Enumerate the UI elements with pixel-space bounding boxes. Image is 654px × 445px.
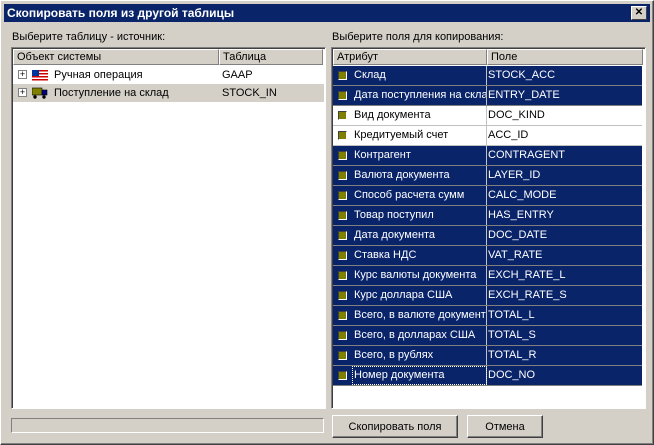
tree-row-stock-in[interactable]: + Поступление на склад STOCK_IN: [13, 84, 324, 102]
field-name: EXCH_RATE_S: [488, 289, 567, 301]
field-name: DOC_KIND: [488, 109, 545, 121]
checkbox-icon[interactable]: [338, 71, 347, 80]
fields-grid[interactable]: Атрибут Поле Склад STOCK_ACC Дата поступле…: [331, 47, 646, 409]
checkbox-icon[interactable]: [338, 291, 347, 300]
column-header-field[interactable]: Поле: [487, 49, 643, 65]
field-attribute: Способ расчета сумм: [352, 186, 487, 205]
field-name: VAT_RATE: [488, 249, 543, 261]
field-name: STOCK_ACC: [488, 69, 556, 81]
field-name: HAS_ENTRY: [488, 209, 554, 221]
field-attribute: Контрагент: [352, 146, 487, 165]
field-row[interactable]: Контрагент CONTRAGENT: [333, 146, 642, 166]
us-flag-icon: [32, 70, 48, 81]
checkbox-icon[interactable]: [338, 311, 347, 320]
cancel-button[interactable]: Отмена: [467, 415, 543, 438]
field-name: DOC_DATE: [488, 229, 548, 241]
field-row[interactable]: Дата поступления на склад ENTRY_DATE: [333, 86, 642, 106]
field-row[interactable]: Склад STOCK_ACC: [333, 66, 642, 86]
field-row[interactable]: Всего, в рублях TOTAL_R: [333, 346, 642, 366]
field-row[interactable]: Товар поступил HAS_ENTRY: [333, 206, 642, 226]
field-row[interactable]: Курс доллара США EXCH_RATE_S: [333, 286, 642, 306]
column-header-attribute[interactable]: Атрибут: [333, 49, 487, 65]
field-attribute: Всего, в рублях: [352, 346, 487, 365]
source-table-label: Выберите таблицу - источник:: [12, 31, 166, 43]
title-bar[interactable]: Скопировать поля из другой таблицы ✕: [4, 4, 650, 22]
field-name: ACC_ID: [488, 129, 529, 141]
checkbox-icon[interactable]: [338, 271, 347, 280]
field-name: CALC_MODE: [488, 189, 557, 201]
field-row[interactable]: Способ расчета сумм CALC_MODE: [333, 186, 642, 206]
close-button[interactable]: ✕: [631, 6, 647, 20]
field-attribute: Товар поступил: [352, 206, 487, 225]
checkbox-icon[interactable]: [338, 131, 347, 140]
field-attribute: Дата документа: [352, 226, 487, 245]
fields-label: Выберите поля для копирования:: [332, 31, 504, 43]
tree-row-manual-operation[interactable]: + Ручная операция GAAP: [13, 66, 324, 84]
copy-fields-button[interactable]: Скопировать поля: [332, 415, 458, 438]
field-name: ENTRY_DATE: [488, 89, 560, 101]
checkbox-icon[interactable]: [338, 211, 347, 220]
field-attribute: Всего, в валюте документа: [352, 306, 487, 325]
field-attribute: Ставка НДС: [352, 246, 487, 265]
field-row[interactable]: Всего, в валюте документа TOTAL_L: [333, 306, 642, 326]
field-name: LAYER_ID: [488, 169, 541, 181]
tree-row-table: GAAP: [222, 69, 253, 81]
tree-row-name: Поступление на склад: [54, 87, 169, 99]
checkbox-icon[interactable]: [338, 91, 347, 100]
row-divider: [333, 385, 642, 386]
field-name: TOTAL_L: [488, 309, 535, 321]
field-attribute: Вид документа: [352, 106, 487, 125]
column-header-table[interactable]: Таблица: [219, 49, 323, 65]
dialog-title: Скопировать поля из другой таблицы: [7, 6, 235, 20]
checkbox-icon[interactable]: [338, 351, 347, 360]
field-row[interactable]: Вид документа DOC_KIND: [333, 106, 642, 126]
tree-row-name: Ручная операция: [54, 69, 143, 81]
expand-icon[interactable]: +: [18, 88, 27, 97]
checkbox-icon[interactable]: [338, 251, 347, 260]
field-row[interactable]: Всего, в долларах США TOTAL_S: [333, 326, 642, 346]
field-attribute: Дата поступления на склад: [352, 86, 487, 105]
field-attribute: Всего, в долларах США: [352, 326, 487, 345]
field-name: DOC_NO: [488, 369, 536, 381]
expand-icon[interactable]: +: [18, 70, 27, 79]
field-row[interactable]: Валюта документа LAYER_ID: [333, 166, 642, 186]
field-name: EXCH_RATE_L: [488, 269, 566, 281]
field-attribute: Склад: [352, 66, 487, 85]
truck-icon: [32, 87, 48, 99]
field-name: CONTRAGENT: [488, 149, 565, 161]
field-attribute: Курс валюты документа: [352, 266, 487, 285]
dialog-window: Скопировать поля из другой таблицы ✕ Выб…: [0, 0, 654, 445]
checkbox-icon[interactable]: [338, 331, 347, 340]
field-row[interactable]: Курс валюты документа EXCH_RATE_L: [333, 266, 642, 286]
source-table-tree[interactable]: Объект системы Таблица + Ручная операция…: [11, 47, 326, 409]
field-name: TOTAL_S: [488, 329, 536, 341]
checkbox-icon[interactable]: [338, 191, 347, 200]
progress-bar: [11, 418, 324, 433]
checkbox-icon[interactable]: [338, 111, 347, 120]
column-header-object[interactable]: Объект системы: [13, 49, 219, 65]
checkbox-icon[interactable]: [338, 231, 347, 240]
field-row[interactable]: Ставка НДС VAT_RATE: [333, 246, 642, 266]
field-attribute: Курс доллара США: [352, 286, 487, 305]
close-icon: ✕: [634, 7, 644, 18]
checkbox-icon[interactable]: [338, 371, 347, 380]
field-attribute: Валюта документа: [352, 166, 487, 185]
field-row[interactable]: Кредитуемый счет ACC_ID: [333, 126, 642, 146]
field-name: TOTAL_R: [488, 349, 537, 361]
field-attribute: Номер документа: [352, 366, 487, 385]
field-attribute: Кредитуемый счет: [352, 126, 487, 145]
checkbox-icon[interactable]: [338, 171, 347, 180]
tree-row-table: STOCK_IN: [222, 87, 277, 99]
checkbox-icon[interactable]: [338, 151, 347, 160]
field-row[interactable]: Дата документа DOC_DATE: [333, 226, 642, 246]
field-row[interactable]: Номер документа DOC_NO: [333, 366, 642, 386]
